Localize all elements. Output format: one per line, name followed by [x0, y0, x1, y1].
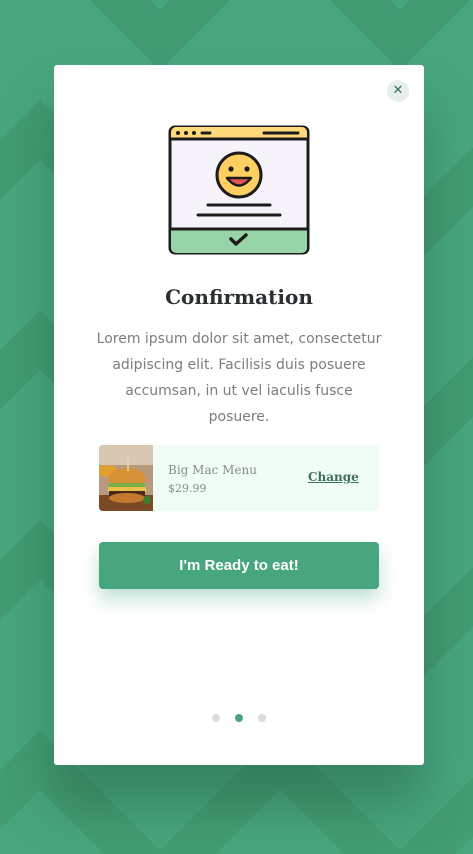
- confirmation-modal: ✕ Confirmation Lorem ipsum dolor sit ame…: [54, 65, 424, 765]
- product-summary: Big Mac Menu $29.99 Change: [99, 445, 379, 511]
- modal-description: Lorem ipsum dolor sit amet, consectetur …: [96, 331, 382, 425]
- pagination-dot[interactable]: [212, 714, 220, 722]
- change-link[interactable]: Change: [308, 470, 359, 484]
- browser-smiley-illustration-icon: [168, 125, 310, 255]
- burger-photo: [99, 445, 153, 511]
- close-button[interactable]: ✕: [387, 80, 409, 102]
- ready-to-eat-button[interactable]: I'm Ready to eat!: [99, 542, 379, 589]
- product-name: Big Mac Menu: [168, 463, 257, 477]
- product-price: $29.99: [168, 482, 207, 495]
- close-icon: ✕: [392, 83, 404, 98]
- pagination-dot[interactable]: [235, 714, 243, 722]
- pagination-dot[interactable]: [258, 714, 266, 722]
- pagination-dots: [54, 714, 424, 724]
- modal-title: Confirmation: [165, 285, 313, 309]
